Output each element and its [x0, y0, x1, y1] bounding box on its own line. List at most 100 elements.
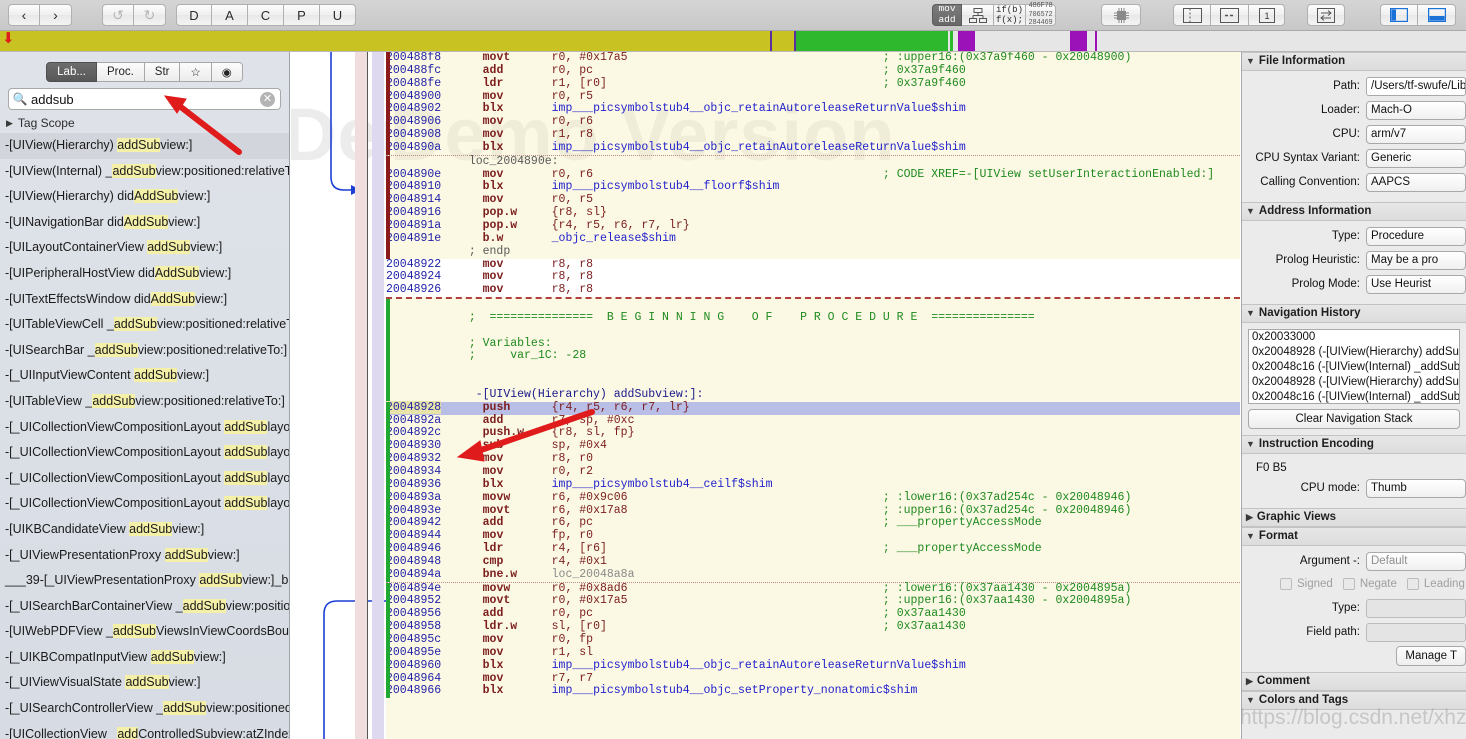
assembly-view-button[interactable]: mov add — [932, 3, 962, 26]
list-item[interactable]: -[UIView(Hierarchy) didAddSubview:] — [0, 184, 289, 210]
list-item[interactable]: -[_UIViewVisualState addSubview:] — [0, 670, 289, 696]
split-view-button[interactable] — [1173, 4, 1211, 26]
section-graphic-views[interactable]: ▶ Graphic Views — [1242, 508, 1466, 527]
pseudocode-button[interactable]: if(b) f(x); — [994, 4, 1026, 26]
list-item[interactable]: -[UILayoutContainerView addSubview:] — [0, 235, 289, 261]
leading-checkbox[interactable] — [1406, 578, 1419, 590]
syntax-variant-value[interactable]: Generic — [1366, 148, 1466, 168]
list-item[interactable]: -[UIWebPDFView _addSubViewsInViewCoordsB… — [0, 619, 289, 645]
clear-search-icon[interactable]: ✕ — [260, 91, 275, 107]
nav-history-item[interactable]: 0x20048928 (-[UIView(Hierarchy) addSu — [1249, 345, 1459, 360]
list-item[interactable]: -[_UIKBCompatInputView addSubview:] — [0, 645, 289, 671]
prolog-heuristic-value[interactable]: May be a pro — [1366, 250, 1466, 270]
hexdump-button[interactable]: 486F78 706572 284469 — [1026, 2, 1056, 27]
nav-history-item[interactable]: 0x20048c16 (-[UIView(Internal) _addSub — [1249, 360, 1459, 375]
mode-button-ascii[interactable]: A — [212, 4, 248, 26]
tab-procedures[interactable]: Proc. — [96, 62, 145, 82]
list-item[interactable]: -[_UICollectionViewCompositionLayout add… — [0, 440, 289, 466]
calling-convention-value[interactable]: AAPCS — [1366, 172, 1466, 192]
tab-labels[interactable]: Lab... — [46, 62, 97, 82]
instruction-symbol[interactable]: imp___picsymbolstub4__objc_retainAutorel… — [552, 102, 966, 115]
list-item[interactable]: -[UICollectionView _addControlledSubview… — [0, 722, 289, 739]
instruction-branch-target[interactable]: loc_20048a8a — [552, 568, 883, 581]
mode-button-data[interactable]: D — [176, 4, 212, 26]
back-button[interactable]: ‹ — [8, 4, 40, 26]
list-item[interactable]: -[UIPeripheralHostView didAddSubview:] — [0, 261, 289, 287]
section-colors-and-tags[interactable]: ▼ Colors and Tags — [1242, 691, 1466, 710]
tab-bookmarks[interactable]: ☆ — [180, 62, 212, 82]
nav-history-item[interactable]: 0x20033000 — [1249, 330, 1459, 345]
field-path-value[interactable] — [1366, 622, 1466, 642]
mode-button-undefined[interactable]: U — [320, 4, 356, 26]
navigation-history-list[interactable]: 0x20033000 0x20048928 (-[UIView(Hierarch… — [1248, 329, 1460, 404]
control-flow-graph-button[interactable] — [962, 4, 994, 26]
list-item[interactable]: -[_UIInputViewContent addSubview:] — [0, 363, 289, 389]
list-item[interactable]: -[_UIViewPresentationProxy addSubview:] — [0, 543, 289, 569]
instruction-symbol[interactable]: _objc_release$shim — [552, 232, 883, 245]
manage-types-button[interactable]: Manage T — [1396, 646, 1466, 666]
tab-tags[interactable]: ◉ — [211, 62, 243, 82]
instruction-symbol[interactable]: imp___picsymbolstub4__objc_retainAutorel… — [552, 659, 966, 672]
tag-scope-disclosure[interactable]: ▶ Tag Scope — [6, 116, 289, 130]
cpu-value[interactable]: arm/v7 — [1366, 124, 1466, 144]
disassembly-line[interactable]: 2004894a bne.w loc_20048a8a — [386, 568, 1240, 582]
section-comment[interactable]: ▶ Comment — [1242, 672, 1466, 691]
disassembly-line[interactable]: 2004891e b.w _objc_release$shim — [386, 232, 1240, 246]
dashed-view-button[interactable] — [1211, 4, 1249, 26]
loader-value[interactable]: Mach-O — [1366, 100, 1466, 120]
nav-history-item[interactable]: 0x20048c16 (-[UIView(Internal) _addSub — [1249, 390, 1459, 403]
list-item[interactable]: -[UITextEffectsWindow didAddSubview:] — [0, 287, 289, 313]
list-item[interactable]: -[_UISearchControllerView _addSubview:po… — [0, 696, 289, 722]
toggle-right-panel-button[interactable] — [1418, 4, 1456, 26]
instruction-symbol[interactable]: imp___picsymbolstub4__objc_setProperty_n… — [552, 684, 918, 697]
signed-checkbox[interactable] — [1280, 578, 1292, 590]
path-value[interactable]: /Users/tf-swufe/Library/Dev — [1366, 76, 1466, 96]
format-type-value[interactable] — [1366, 598, 1466, 618]
segment-map-ruler[interactable]: ⬇ — [0, 31, 1466, 52]
section-file-information[interactable]: ▼ File Information — [1242, 52, 1466, 71]
list-item[interactable]: -[_UICollectionViewCompositionLayout add… — [0, 415, 289, 441]
section-address-information[interactable]: ▼ Address Information — [1242, 202, 1466, 221]
disassembly-line[interactable]: 20048926 mov r8, r8 — [386, 283, 1240, 298]
symbol-list[interactable]: -[UIView(Hierarchy) addSubview:] -[UIView… — [0, 133, 289, 739]
instruction-symbol[interactable]: imp___picsymbolstub4__floorf$shim — [552, 180, 883, 194]
search-field[interactable]: 🔍 ✕ — [8, 88, 281, 110]
instruction-symbol[interactable]: imp___picsymbolstub4__objc_retainAutorel… — [552, 141, 966, 154]
disassembly-line[interactable]: ; =============== B E G I N N I N G O F … — [386, 311, 1240, 325]
list-item[interactable]: -[UITableView _addSubview:positioned:rel… — [0, 389, 289, 415]
disassembly-line[interactable]: 20048966 blx imp___picsymbolstub4__objc_… — [386, 684, 1240, 699]
toggle-left-panel-button[interactable] — [1380, 4, 1418, 26]
disassembly-line[interactable]: 2004890a blx imp___picsymbolstub4__objc_… — [386, 141, 1240, 155]
undo-button[interactable]: ↺ — [102, 4, 134, 26]
list-item[interactable]: ___39-[_UIViewPresentationProxy addSubvi… — [0, 568, 289, 594]
prolog-mode-value[interactable]: Use Heurist — [1366, 274, 1466, 294]
search-input[interactable] — [31, 91, 260, 107]
instruction-symbol[interactable]: imp___picsymbolstub4__ceilf$shim — [552, 478, 883, 491]
nav-history-item[interactable]: 0x20048928 (-[UIView(Hierarchy) addSu — [1249, 375, 1459, 390]
clear-navigation-stack-button[interactable]: Clear Navigation Stack — [1248, 409, 1460, 429]
forward-button[interactable]: › — [40, 4, 72, 26]
redo-button[interactable]: ↻ — [134, 4, 166, 26]
type-value[interactable]: Procedure — [1366, 226, 1466, 246]
list-item[interactable]: -[_UICollectionViewCompositionLayout add… — [0, 491, 289, 517]
cpu-mode-value[interactable]: Thumb — [1366, 478, 1466, 498]
list-item[interactable]: -[_UISearchBarContainerView _addSubview:… — [0, 594, 289, 620]
mode-button-code[interactable]: C — [248, 4, 284, 26]
section-instruction-encoding[interactable]: ▼ Instruction Encoding — [1242, 435, 1466, 454]
tab-strings[interactable]: Str — [144, 62, 181, 82]
mode-button-procedure[interactable]: P — [284, 4, 320, 26]
section-navigation-history[interactable]: ▼ Navigation History — [1242, 304, 1466, 323]
list-item[interactable]: -[UITableViewCell _addSubview:positioned… — [0, 312, 289, 338]
disassembly-view[interactable]: Demo Version 200488f8 movt r0, #0x17a5 ;… — [386, 52, 1240, 739]
list-item[interactable]: -[UINavigationBar didAddSubview:] — [0, 210, 289, 236]
argument-value[interactable]: Default — [1366, 551, 1466, 571]
single-view-button[interactable]: 1 — [1249, 4, 1285, 26]
cpu-settings-button[interactable] — [1101, 4, 1141, 26]
negate-checkbox[interactable] — [1342, 578, 1355, 590]
list-item[interactable]: -[UIView(Internal) _addSubview:positione… — [0, 159, 289, 185]
disassembly-line[interactable] — [386, 363, 1240, 377]
list-item[interactable]: -[UIView(Hierarchy) addSubview:] — [0, 133, 289, 159]
compare-button[interactable] — [1307, 4, 1345, 26]
list-item[interactable]: -[UIKBCandidateView addSubview:] — [0, 517, 289, 543]
section-format[interactable]: ▼ Format — [1242, 527, 1466, 546]
